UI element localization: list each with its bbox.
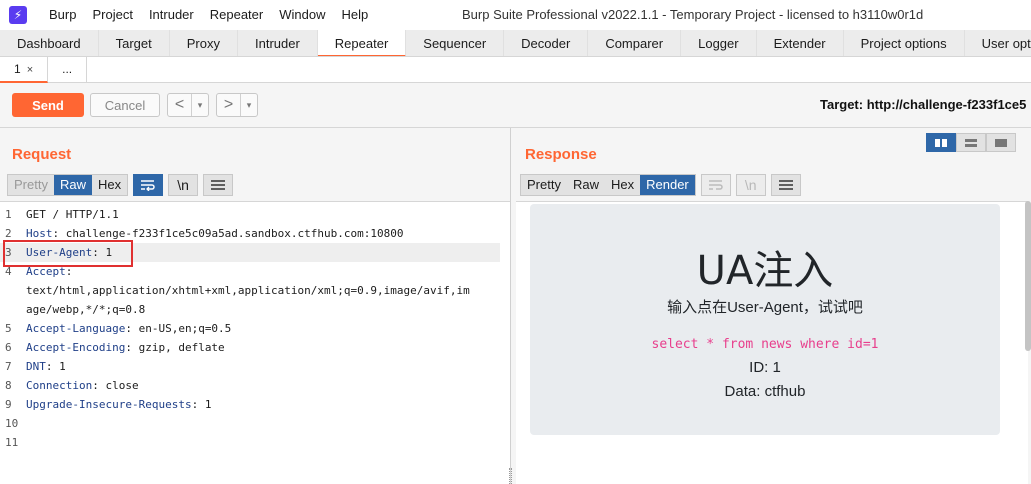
target-label[interactable]: Target: http://challenge-f233f1ce5: [820, 97, 1026, 112]
back-button[interactable]: < ▾: [167, 93, 209, 117]
rendered-data: Data: ctfhub: [724, 383, 806, 400]
tool-tabs: Dashboard Target Proxy Intruder Repeater…: [0, 30, 1031, 57]
burp-window: ⚡ Burp Project Intruder Repeater Window …: [0, 0, 1031, 484]
tab-repeater[interactable]: Repeater: [317, 30, 407, 56]
request-line: 10: [5, 417, 19, 430]
request-line: 7 DNT: 1: [5, 360, 66, 373]
request-format-pretty[interactable]: Pretty: [8, 175, 54, 195]
request-line: 9 Upgrade-Insecure-Requests: 1: [5, 398, 212, 411]
window-title: Burp Suite Professional v2022.1.1 - Temp…: [462, 7, 924, 22]
rendered-jumbotron: UA注入 输入点在User-Agent，试试吧 select * from ne…: [530, 204, 1000, 435]
request-line: age/webp,*/*;q=0.8: [26, 303, 146, 316]
response-format-bar: Pretty Raw Hex Render \n: [520, 174, 801, 196]
response-format-tabs: Pretty Raw Hex Render: [520, 174, 696, 196]
request-format-bar: Pretty Raw Hex \n: [7, 174, 234, 196]
chevron-right-icon: >: [217, 94, 241, 116]
request-title: Request: [12, 146, 72, 163]
close-icon[interactable]: ×: [27, 64, 33, 76]
tab-dashboard[interactable]: Dashboard: [0, 30, 99, 56]
hamburger-icon[interactable]: [203, 174, 234, 196]
wrap-icon[interactable]: [133, 174, 164, 196]
menu-bar: ⚡ Burp Project Intruder Repeater Window …: [0, 0, 1031, 30]
tab-intruder[interactable]: Intruder: [238, 30, 318, 56]
response-title: Response: [525, 146, 597, 163]
request-format-tabs: Pretty Raw Hex: [7, 174, 129, 196]
menu-help[interactable]: Help: [333, 0, 376, 30]
tab-extender[interactable]: Extender: [757, 30, 844, 56]
request-line: text/html,application/xhtml+xml,applicat…: [26, 284, 470, 297]
layout-toggle: [926, 133, 1016, 152]
response-scrollbar[interactable]: [1025, 201, 1031, 351]
wrap-icon: [700, 174, 731, 196]
newline-toggle[interactable]: \n: [168, 174, 199, 196]
response-format-render[interactable]: Render: [640, 175, 695, 195]
rendered-heading: UA注入: [696, 248, 834, 294]
chevron-left-icon: <: [168, 94, 192, 116]
tab-comparer[interactable]: Comparer: [588, 30, 682, 56]
annotation-highlight-box: [3, 240, 133, 267]
forward-button[interactable]: > ▾: [216, 93, 258, 117]
menu-window[interactable]: Window: [271, 0, 333, 30]
tab-project-options[interactable]: Project options: [844, 30, 965, 56]
rendered-id: ID: 1: [749, 359, 781, 376]
chevron-down-icon[interactable]: ▾: [192, 100, 208, 111]
request-line: 5 Accept-Language: en-US,en;q=0.5: [5, 322, 232, 335]
request-pane: Request Pretty Raw Hex \n 1 GET / HTTP/1.…: [0, 128, 512, 484]
tab-target[interactable]: Target: [99, 30, 170, 56]
repeater-tab-new[interactable]: ...: [48, 57, 88, 83]
request-line: 8 Connection: close: [5, 379, 139, 392]
request-editor[interactable]: 1 GET / HTTP/1.1 2 Host: challenge-f233f1c…: [0, 201, 510, 484]
request-line: 1 GET / HTTP/1.1: [5, 208, 119, 221]
tab-decoder[interactable]: Decoder: [504, 30, 589, 56]
rendered-subtitle: 输入点在User-Agent，试试吧: [667, 299, 863, 316]
newline-toggle: \n: [735, 174, 766, 196]
response-render-view[interactable]: UA注入 输入点在User-Agent，试试吧 select * from ne…: [516, 201, 1028, 484]
menu-intruder[interactable]: Intruder: [141, 0, 202, 30]
menu-burp[interactable]: Burp: [41, 0, 84, 30]
request-line: 6 Accept-Encoding: gzip, deflate: [5, 341, 225, 354]
menu-repeater[interactable]: Repeater: [202, 0, 271, 30]
tab-proxy[interactable]: Proxy: [170, 30, 238, 56]
repeater-tab-label: 1: [14, 62, 21, 76]
menu-project[interactable]: Project: [84, 0, 140, 30]
hamburger-icon[interactable]: [770, 174, 801, 196]
tab-logger[interactable]: Logger: [681, 30, 757, 56]
tab-user-options[interactable]: User options: [965, 30, 1031, 56]
layout-tabs-icon[interactable]: [986, 133, 1016, 152]
response-format-hex[interactable]: Hex: [605, 175, 640, 195]
cancel-button[interactable]: Cancel: [90, 93, 160, 117]
rendered-sql: select * from news where id=1: [651, 337, 879, 352]
response-format-raw[interactable]: Raw: [567, 175, 605, 195]
request-format-hex[interactable]: Hex: [92, 175, 127, 195]
chevron-down-icon[interactable]: ▾: [241, 100, 257, 111]
repeater-subtabs: 1 × ...: [0, 57, 1031, 83]
request-format-raw[interactable]: Raw: [53, 175, 92, 195]
repeater-tab-1[interactable]: 1 ×: [0, 57, 49, 83]
response-pane: Response Pretty Raw Hex Render \n UA注入 输…: [512, 128, 1031, 484]
send-button[interactable]: Send: [12, 93, 84, 117]
layout-side-by-side-icon[interactable]: [926, 133, 956, 152]
request-line: 11: [5, 436, 19, 449]
layout-stacked-icon[interactable]: [956, 133, 986, 152]
burp-logo-icon: ⚡: [9, 6, 27, 24]
tab-sequencer[interactable]: Sequencer: [406, 30, 505, 56]
repeater-toolbar: Send Cancel < ▾ > ▾ Target: http://chall…: [0, 83, 1031, 128]
response-format-pretty[interactable]: Pretty: [521, 175, 567, 195]
